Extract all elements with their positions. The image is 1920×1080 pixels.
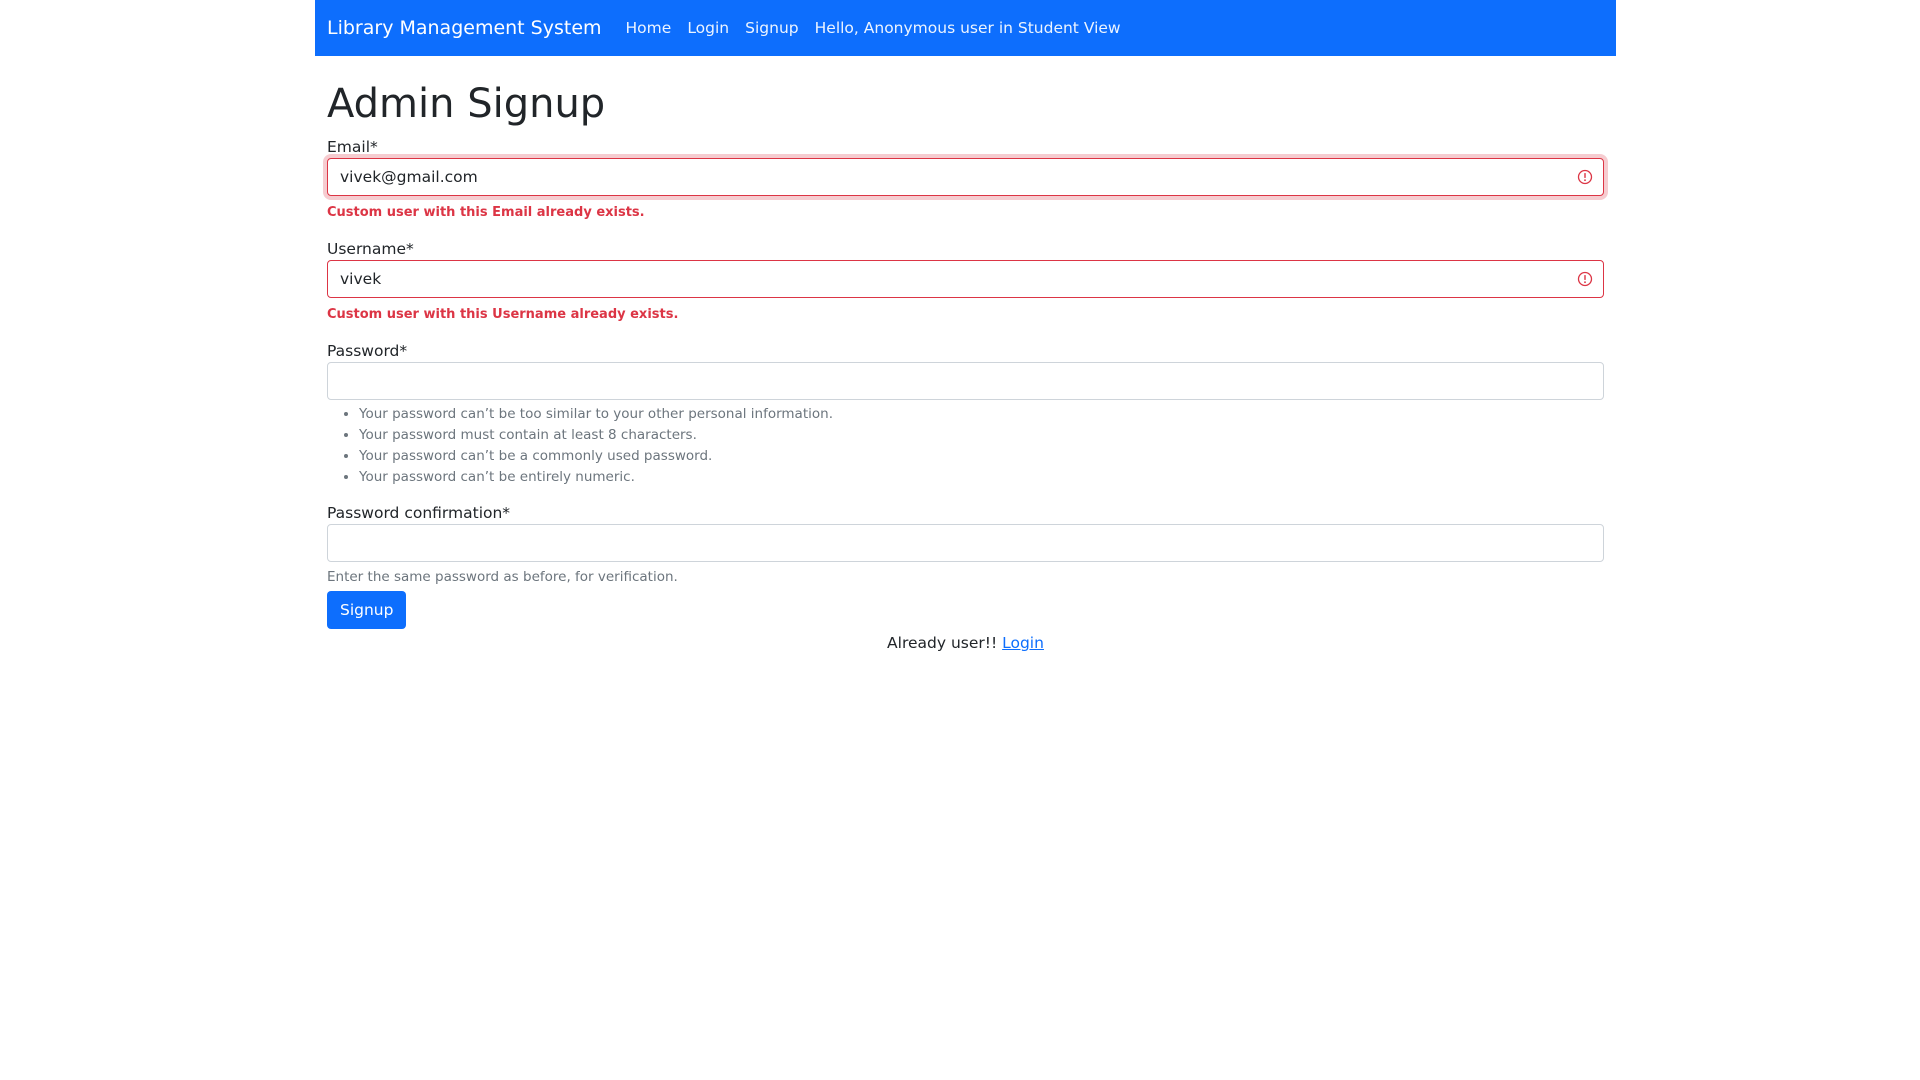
user-greeting: Hello, Anonymous user in Student View xyxy=(814,19,1121,37)
already-user-line: Already user!! Login xyxy=(327,631,1604,655)
error-icon xyxy=(1577,169,1593,185)
password-confirmation-field[interactable] xyxy=(327,524,1604,562)
already-user-text: Already user!! xyxy=(887,634,998,652)
password-confirmation-help: Enter the same password as before, for v… xyxy=(327,569,678,585)
navbar: Library Management System Home Login Sig… xyxy=(315,0,1616,56)
password-confirmation-label: Password confirmation* xyxy=(327,504,511,522)
navbar-brand[interactable]: Library Management System xyxy=(327,17,602,39)
email-label: Email* xyxy=(327,138,378,156)
password-help-item: Your password must contain at least 8 ch… xyxy=(359,425,1604,446)
signup-button[interactable]: Signup xyxy=(327,591,407,629)
email-field[interactable] xyxy=(327,158,1604,196)
password-help-list: Your password can’t be too similar to yo… xyxy=(327,404,1604,488)
password-label: Password* xyxy=(327,342,408,360)
error-icon xyxy=(1577,271,1593,287)
username-field[interactable] xyxy=(327,260,1604,298)
nav-link-signup[interactable]: Signup xyxy=(745,19,798,37)
username-label: Username* xyxy=(327,240,414,258)
password-confirmation-group: Password confirmation* Enter the same pa… xyxy=(327,502,1604,587)
login-link[interactable]: Login xyxy=(1002,634,1044,652)
password-field[interactable] xyxy=(327,362,1604,400)
page-container: Library Management System Home Login Sig… xyxy=(315,0,1616,655)
nav-link-login[interactable]: Login xyxy=(687,19,729,37)
password-help-item: Your password can’t be a commonly used p… xyxy=(359,446,1604,467)
page-title: Admin Signup xyxy=(327,81,606,127)
signup-form: Admin Signup Email* Custom user with thi… xyxy=(315,80,1616,655)
username-group: Username* Custom user with this Username… xyxy=(327,238,1604,324)
password-group: Password* Your password can’t be too sim… xyxy=(327,340,1604,488)
email-group: Email* Custom user with this Email alrea… xyxy=(327,136,1604,222)
password-help-item: Your password can’t be too similar to yo… xyxy=(359,404,1604,425)
password-help-item: Your password can’t be entirely numeric. xyxy=(359,467,1604,488)
nav-link-home[interactable]: Home xyxy=(626,19,672,37)
username-error: Custom user with this Username already e… xyxy=(327,307,679,322)
email-error: Custom user with this Email already exis… xyxy=(327,205,645,220)
